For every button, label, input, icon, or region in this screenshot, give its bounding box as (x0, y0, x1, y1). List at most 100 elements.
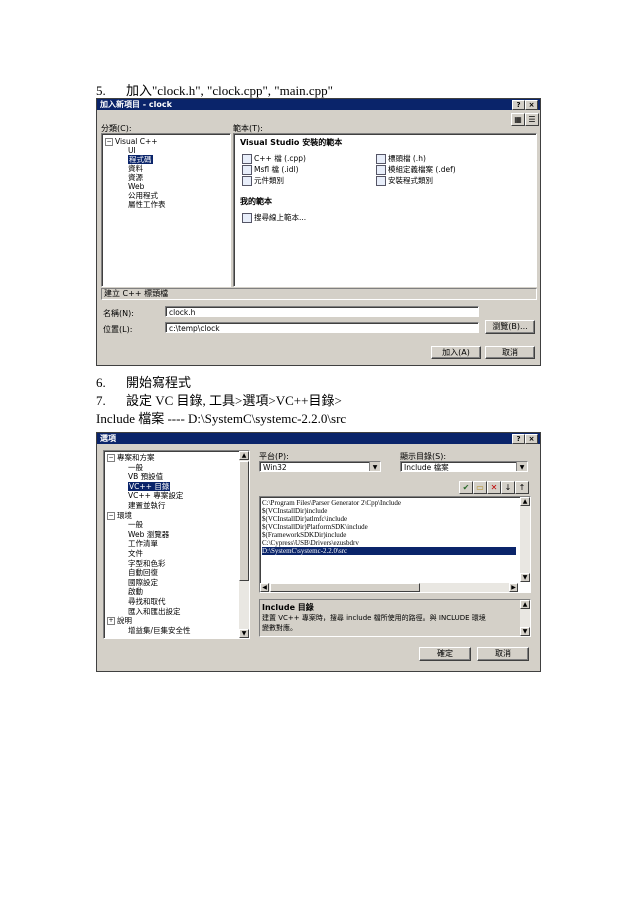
tree-item-label: 程式碼 (128, 155, 153, 164)
cancel-button[interactable]: 取消 (485, 346, 535, 359)
platform-select[interactable]: Win32 ▼ (259, 461, 381, 472)
browse-button[interactable]: 瀏覽(B)... (485, 320, 535, 334)
tree-item-label: VB 預設值 (128, 472, 164, 482)
location-input[interactable]: c:\temp\clock (165, 322, 479, 333)
tree-item[interactable]: 尋找和取代 (128, 597, 166, 606)
description-text: 建立 C++ 標頭檔 (104, 289, 169, 298)
scroll-down-icon[interactable]: ▼ (520, 573, 530, 582)
tree-item-label: 增益集/巨集安全性 (128, 625, 191, 635)
tree-item[interactable]: 國際設定 (128, 578, 158, 587)
collapse-icon[interactable]: − (107, 511, 115, 520)
list-vscrollbar[interactable]: ▲ ▼ (520, 497, 530, 582)
collapse-icon[interactable]: − (105, 138, 113, 146)
close-button[interactable]: × (525, 434, 538, 444)
directory-path-row[interactable]: C:\Program Files\Parser Generator 2\Cpp\… (262, 499, 401, 507)
template-item[interactable]: 標頭檔 (.h) (376, 153, 426, 164)
templates-panel[interactable]: Visual Studio 安裝的範本 C++ 檔 (.cpp) Msfl 檔 … (233, 133, 537, 287)
tree-item[interactable]: 文件 (128, 549, 143, 558)
tree-item[interactable]: − 環境 (107, 511, 132, 520)
tree-item[interactable]: 匯入和匯出設定 (128, 607, 181, 616)
tree-item[interactable]: 程式碼 (128, 155, 153, 164)
tree-item[interactable]: 資料 (128, 164, 143, 173)
options-tree[interactable]: ▲ ▼ − 專案和方案 一般 VB 預設值 VC++ 目錄 VC++ 專案設定 建置並執行 −… (103, 450, 250, 639)
list-hscrollbar[interactable]: ◀ ▶ (260, 583, 518, 592)
tree-item-label: 自動回復 (128, 568, 158, 578)
step6-number: 6. (96, 375, 106, 390)
directory-path-row[interactable]: D:\SystemC\systemc-2.2.0\src (262, 547, 516, 555)
scroll-down-icon[interactable]: ▼ (520, 627, 530, 636)
scroll-up-icon[interactable]: ▲ (239, 451, 249, 460)
category-tree[interactable]: − Visual C++ UI 程式碼 資料 資源 Web 公用程式 屬性工作表 (101, 133, 231, 287)
tree-item-label: 匯入和匯出設定 (128, 606, 181, 616)
tree-item-label: 國際設定 (128, 577, 158, 587)
checkmark-icon[interactable]: ✔ (459, 481, 473, 494)
template-item[interactable]: 安裝程式類別 (376, 175, 433, 186)
directory-path-row[interactable]: $(VCInstallDir)include (262, 507, 327, 515)
directory-list[interactable]: ▲ ▼ ◀ ▶ C:\Program Files\Parser Generato… (259, 496, 531, 593)
my-templates-header: 我的範本 (240, 197, 272, 206)
tree-item[interactable]: Web (128, 182, 144, 191)
tree-item[interactable]: VB 預設值 (128, 472, 163, 481)
tree-item[interactable]: VC++ 專案設定 (128, 491, 183, 500)
directory-path-row[interactable]: $(VCInstallDir)atlmfc\include (262, 515, 347, 523)
directory-path-row[interactable]: C:\Cypress\USB\Drivers\ezusbdrv (262, 539, 359, 547)
template-item[interactable]: 模組定義檔案 (.def) (376, 164, 456, 175)
tree-item[interactable]: 字型和色彩 (128, 559, 166, 568)
show-dirs-select[interactable]: Include 檔案 ▼ (400, 461, 528, 472)
scroll-thumb[interactable] (239, 461, 249, 581)
small-icons-view-icon[interactable]: ☰ (525, 113, 539, 126)
name-input[interactable]: clock.h (165, 306, 479, 317)
tree-item[interactable]: 一般 (128, 520, 143, 529)
add-button[interactable]: 加入(A) (431, 346, 481, 359)
ok-button[interactable]: 確定 (419, 647, 471, 661)
new-folder-icon[interactable]: ▭ (473, 481, 487, 494)
dropdown-arrow-icon[interactable]: ▼ (516, 462, 527, 471)
directory-path-row[interactable]: $(FrameworkSDKDir)include (262, 531, 346, 539)
scroll-up-icon[interactable]: ▲ (520, 497, 530, 506)
dialog2-titlebar: 選項 ? × (97, 433, 540, 444)
tree-item[interactable]: 公用程式 (128, 191, 158, 200)
tree-item[interactable]: 建置並執行 (128, 501, 166, 510)
scroll-right-icon[interactable]: ▶ (509, 583, 518, 592)
delete-icon[interactable]: ✕ (487, 481, 501, 494)
scroll-up-icon[interactable]: ▲ (520, 600, 530, 609)
tree-item[interactable]: − Visual C++ (105, 137, 158, 146)
large-icons-view-icon[interactable]: ▦ (511, 113, 525, 126)
step7-line: 7. 設定 VC 目錄, 工具>選項>VC++目錄> (96, 390, 342, 409)
desc-scrollbar[interactable]: ▲ ▼ (520, 600, 530, 636)
close-button[interactable]: × (525, 100, 538, 110)
tree-item[interactable]: 資源 (128, 173, 143, 182)
help-button[interactable]: ? (512, 100, 525, 110)
template-item[interactable]: C++ 檔 (.cpp) (242, 153, 306, 164)
move-up-icon[interactable]: ↑ (515, 481, 529, 494)
tree-item-label: VC++ 目錄 (128, 481, 171, 491)
directory-path-row[interactable]: $(VCInstallDir)PlatformSDK\include (262, 523, 368, 531)
tree-item[interactable]: 屬性工作表 (128, 200, 166, 209)
collapse-icon[interactable]: − (107, 454, 115, 462)
tree-item[interactable]: VC++ 目錄 (128, 481, 171, 491)
scroll-down-icon[interactable]: ▼ (239, 629, 249, 638)
tree-item[interactable]: UI (128, 146, 136, 155)
add-new-item-dialog: 加入新項目 - clock ? × 分類(C): 範本(T): ▦ ☰ − Vis… (96, 98, 541, 366)
tree-item[interactable]: − 專案和方案 (107, 453, 155, 462)
template-item[interactable]: Msfl 檔 (.idl) (242, 164, 299, 175)
tree-item[interactable]: 自動回復 (128, 568, 158, 577)
tree-item[interactable]: 啟動 (128, 587, 143, 596)
options-dialog: 選項 ? × ▲ ▼ − 專案和方案 一般 VB 預設值 VC++ 目錄 VC++ 專案設… (96, 432, 541, 672)
tree-scrollbar[interactable]: ▲ ▼ (239, 451, 249, 638)
include-path-line: Include 檔案 ---- D:\SystemC\systemc-2.2.0… (96, 411, 347, 426)
help-button[interactable]: ? (512, 434, 525, 444)
tree-item[interactable]: 工作清單 (128, 539, 158, 548)
tree-item[interactable]: 一般 (128, 463, 143, 472)
tree-item[interactable]: + 說明 (107, 616, 132, 626)
cancel-button[interactable]: 取消 (477, 647, 529, 661)
search-online-templates[interactable]: 搜尋線上範本... (242, 212, 306, 223)
scroll-left-icon[interactable]: ◀ (260, 583, 269, 592)
move-down-icon[interactable]: ↓ (501, 481, 515, 494)
tree-item[interactable]: Web 瀏覽器 (128, 530, 169, 539)
tree-item[interactable]: 增益集/巨集安全性 (128, 626, 191, 635)
hscroll-thumb[interactable] (270, 583, 420, 592)
expand-icon[interactable]: + (107, 617, 115, 626)
dropdown-arrow-icon[interactable]: ▼ (369, 462, 380, 471)
template-item[interactable]: 元件類別 (242, 175, 284, 186)
